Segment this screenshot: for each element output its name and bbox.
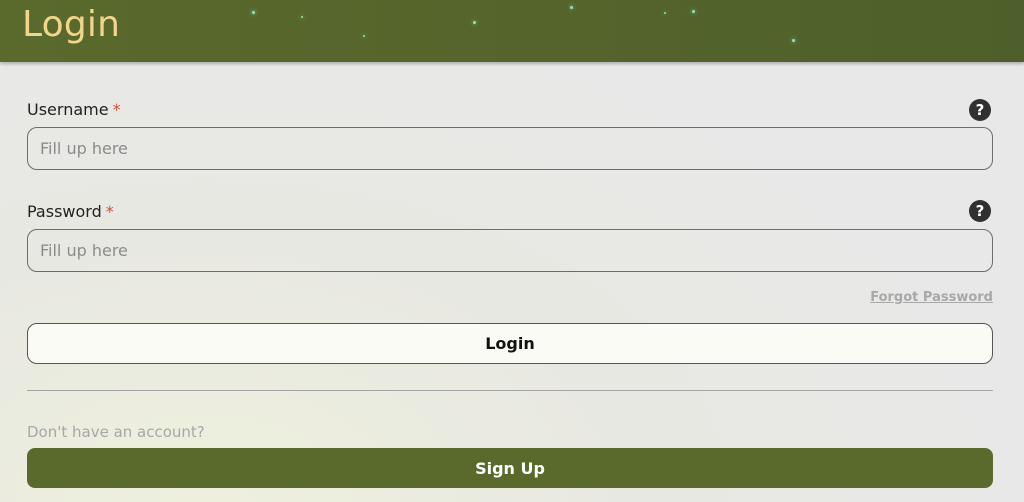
password-label: Password * (27, 202, 114, 222)
page-title: Login (22, 4, 121, 45)
decorative-sparkle (792, 39, 795, 42)
password-label-text: Password (27, 202, 102, 221)
decorative-sparkle (301, 16, 303, 18)
decorative-sparkle (363, 35, 365, 37)
username-input[interactable] (27, 127, 993, 170)
question-circle-icon[interactable]: ? (969, 200, 991, 222)
decorative-sparkle (473, 21, 476, 24)
decorative-sparkle (252, 11, 255, 14)
decorative-sparkle (664, 12, 666, 14)
username-label-text: Username (27, 100, 109, 119)
page-header: Login (0, 0, 1024, 62)
no-account-text: Don't have an account? (27, 423, 205, 441)
required-marker: * (112, 100, 121, 119)
question-circle-icon[interactable]: ? (969, 99, 991, 121)
username-label: Username * (27, 100, 121, 120)
login-button[interactable]: Login (27, 323, 993, 364)
section-divider (27, 390, 993, 391)
password-input[interactable] (27, 229, 993, 272)
forgot-password-link[interactable]: Forgot Password (870, 290, 993, 306)
required-marker: * (105, 202, 114, 221)
decorative-sparkle (692, 10, 695, 13)
signup-button[interactable]: Sign Up (27, 448, 993, 488)
decorative-sparkle (570, 6, 573, 9)
